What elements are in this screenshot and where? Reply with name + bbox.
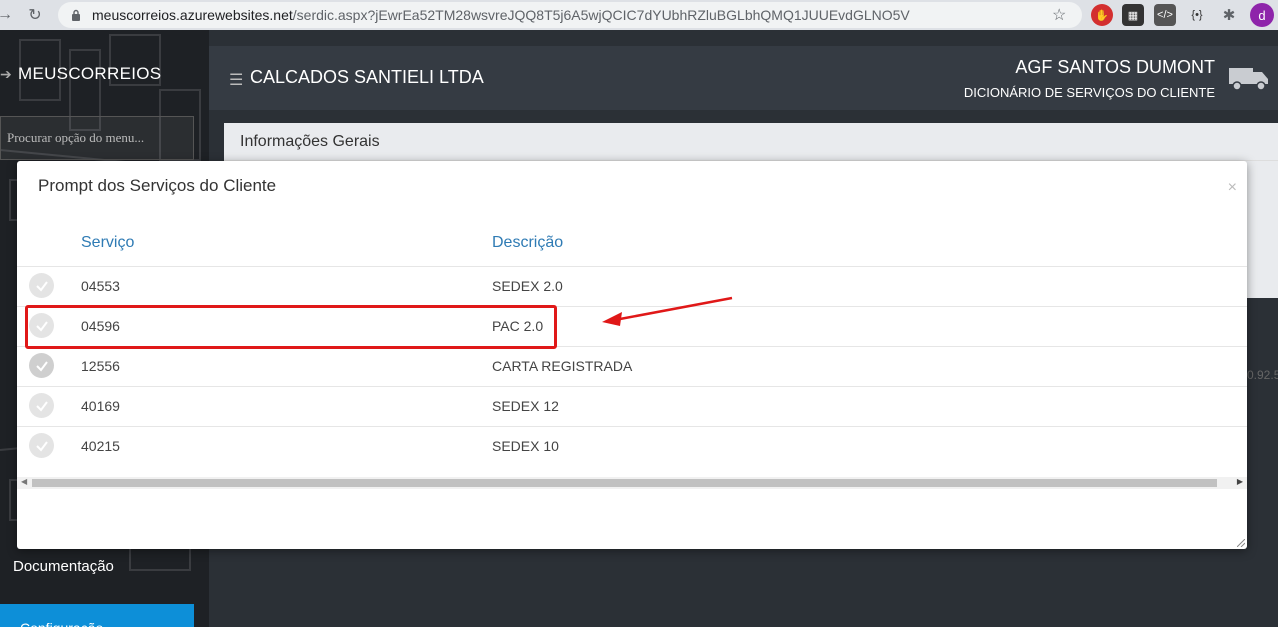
browser-toolbar: → ↻ meuscorreios.azurewebsites.net/serdi… [0, 0, 1278, 30]
table-row[interactable]: 04596 PAC 2.0 [17, 306, 1247, 346]
scroll-left-arrow-icon[interactable]: ◀ [21, 477, 27, 486]
horizontal-scrollbar[interactable]: ◀ ▶ [17, 477, 1247, 489]
service-description: CARTA REGISTRADA [492, 358, 633, 374]
qr-extension-icon[interactable]: ▦ [1122, 4, 1144, 26]
service-code: 40169 [81, 398, 120, 414]
check-circle-icon[interactable] [29, 313, 54, 338]
json-extension-icon[interactable]: {•} [1186, 4, 1208, 26]
url-path: /serdic.aspx?jEwrEa52TM28wsvreJQQ8T5j6A5… [292, 7, 910, 23]
table-row[interactable]: 40215 SEDEX 10 [17, 426, 1247, 466]
url-host: meuscorreios.azurewebsites.net [92, 7, 293, 23]
brand-name: MEUSCORREIOS [18, 64, 162, 83]
table-row[interactable]: 12556 CARTA REGISTRADA [17, 346, 1247, 386]
back-arrow-icon[interactable]: → [0, 2, 18, 28]
reload-icon[interactable]: ↻ [22, 2, 48, 28]
info-panel-title: Informações Gerais [240, 133, 380, 150]
service-code: 04553 [81, 278, 120, 294]
close-icon[interactable]: × [1228, 179, 1237, 197]
sidebar-item-documentacao[interactable]: Documentação [13, 558, 114, 575]
check-circle-icon[interactable] [29, 273, 54, 298]
config-button[interactable]: Configuração [0, 604, 194, 627]
sidebar-toggle-icon[interactable]: ➔ [0, 66, 12, 83]
services-modal: Prompt dos Serviços do Cliente × Serviço… [17, 161, 1247, 549]
devtools-extension-icon[interactable]: </> [1154, 4, 1176, 26]
scrollbar-thumb[interactable] [32, 479, 1217, 487]
hamburger-menu-icon[interactable]: ☰ [229, 70, 243, 90]
address-bar[interactable]: meuscorreios.azurewebsites.net/serdic.as… [58, 2, 1082, 28]
service-description: SEDEX 12 [492, 398, 559, 414]
page-subtitle: DICIONÁRIO DE SERVIÇOS DO CLIENTE [963, 85, 1215, 100]
service-description: SEDEX 10 [492, 438, 559, 454]
agency-name: AGF SANTOS DUMONT [1015, 57, 1215, 77]
puzzle-extensions-icon[interactable]: ✱ [1218, 4, 1240, 26]
table-row[interactable]: 40169 SEDEX 12 [17, 386, 1247, 426]
modal-title: Prompt dos Serviços do Cliente [38, 176, 277, 195]
scroll-right-arrow-icon[interactable]: ▶ [1237, 477, 1243, 486]
resize-handle-icon[interactable] [1237, 539, 1245, 547]
check-circle-icon[interactable] [29, 433, 54, 458]
profile-avatar[interactable]: d [1250, 3, 1274, 27]
service-code: 04596 [81, 318, 120, 334]
version-fragment: 0.92.5 [1247, 368, 1278, 382]
column-header-descricao[interactable]: Descrição [492, 234, 563, 252]
truck-icon [1229, 68, 1268, 91]
service-code: 12556 [81, 358, 120, 374]
app-header: ☰ CALCADOS SANTIELI LTDA AGF SANTOS DUMO… [209, 46, 1278, 110]
service-description: SEDEX 2.0 [492, 278, 563, 294]
service-code: 40215 [81, 438, 120, 454]
column-header-servico[interactable]: Serviço [81, 234, 134, 252]
lock-icon [72, 9, 80, 21]
adblock-extension-icon[interactable]: ✋ [1091, 4, 1113, 26]
check-circle-icon[interactable] [29, 353, 54, 378]
bookmark-star-icon[interactable]: ☆ [1052, 5, 1066, 25]
service-description: PAC 2.0 [492, 318, 544, 334]
check-circle-icon[interactable] [29, 393, 54, 418]
company-name: CALCADOS SANTIELI LTDA [250, 67, 484, 87]
menu-search-input[interactable] [0, 116, 194, 160]
table-row[interactable]: 04553 SEDEX 2.0 [17, 266, 1247, 306]
